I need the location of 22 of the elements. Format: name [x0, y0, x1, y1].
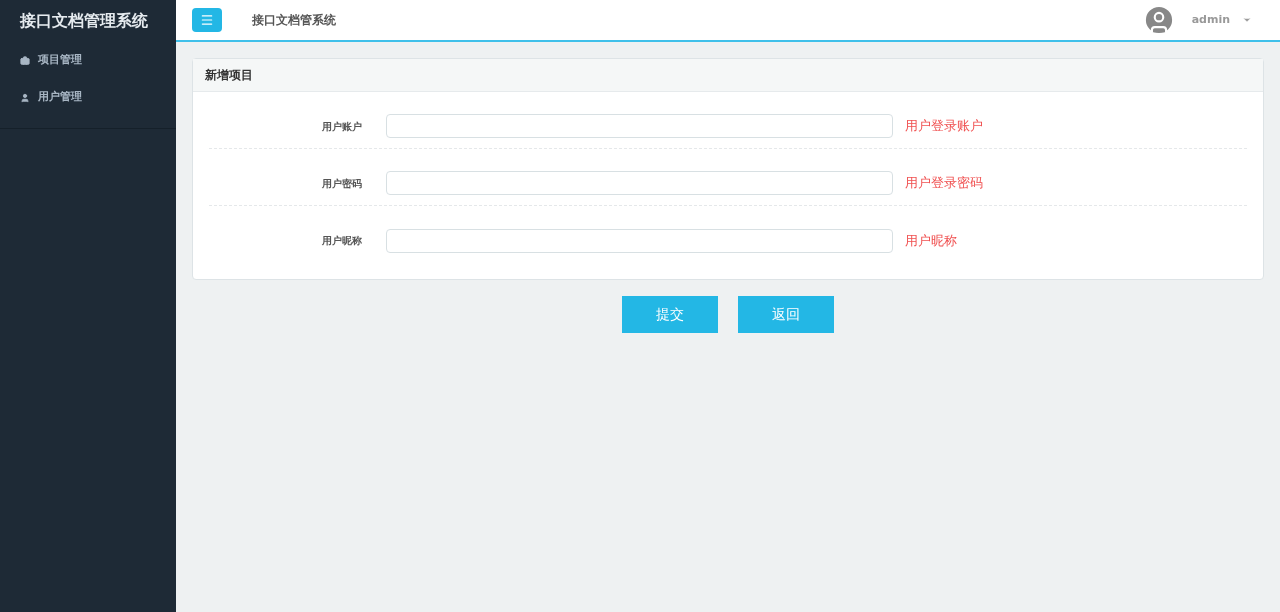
sidebar-item[interactable]: 项目管理 [0, 42, 176, 79]
header-title: 接口文档管系统 [252, 12, 336, 29]
panel-title: 新增项目 [205, 67, 253, 84]
input-field[interactable] [386, 171, 893, 195]
back-button[interactable]: 返回 [738, 296, 834, 333]
field-label: 用户账户 [321, 119, 363, 134]
briefcase-icon [20, 55, 30, 66]
app-title: 接口文档管理系统 [19, 10, 149, 32]
caret-icon [1242, 15, 1252, 25]
field-hint: 用户昵称 [905, 231, 957, 250]
menu-icon [200, 13, 214, 27]
user-icon [20, 92, 30, 103]
user-menu[interactable]: admin [1191, 11, 1252, 29]
field-label: 用户昵称 [321, 234, 363, 248]
menu-button[interactable] [192, 8, 222, 32]
field-label: 用户密码 [321, 176, 363, 191]
submit-button[interactable]: 提交 [622, 296, 718, 333]
input-field[interactable] [386, 228, 893, 253]
field-hint: 用户登录密码 [905, 174, 983, 193]
sidebar-item[interactable]: 用户管理 [0, 79, 176, 116]
field-hint: 用户登录账户 [905, 117, 983, 136]
input-field[interactable] [386, 114, 893, 138]
